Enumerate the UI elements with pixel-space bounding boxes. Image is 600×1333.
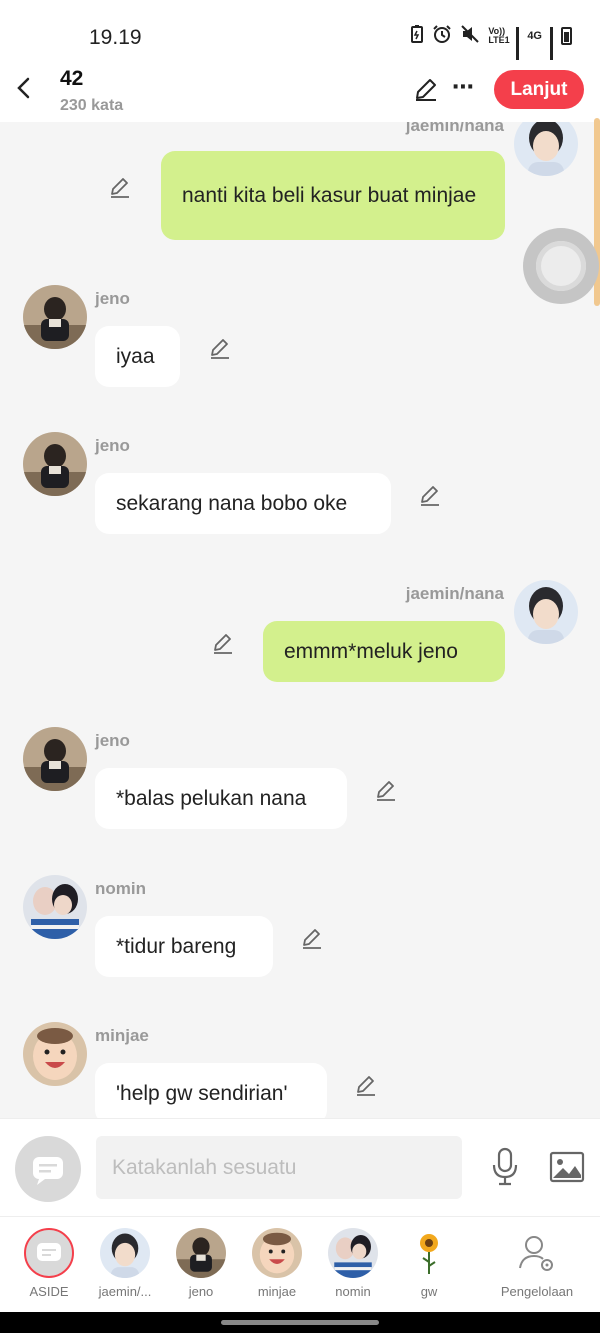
aside-toggle-button[interactable] xyxy=(15,1136,81,1202)
sender-name: jeno xyxy=(95,289,130,308)
sender-name: minjae xyxy=(95,1026,149,1045)
tab-aside[interactable]: ASIDE xyxy=(11,1217,87,1313)
jeno-avatar[interactable] xyxy=(23,432,87,496)
jeno-avatar[interactable] xyxy=(23,285,87,349)
minjae-avatar[interactable] xyxy=(23,1022,87,1086)
pencil-icon xyxy=(357,1076,375,1096)
tab-nomin[interactable]: nomin xyxy=(315,1217,391,1313)
signal-icon xyxy=(516,26,520,71)
message-bubble[interactable]: emmm*meluk jeno xyxy=(263,621,505,682)
battery-icon xyxy=(561,26,572,45)
tab-jaemin[interactable]: jaemin/... xyxy=(87,1217,163,1313)
edit-message-button[interactable] xyxy=(374,778,398,802)
status-time: 19.19 xyxy=(89,26,142,49)
sender-name: nomin xyxy=(95,879,146,898)
chevron-left-icon xyxy=(17,77,30,99)
pencil-icon xyxy=(421,486,439,506)
pencil-icon xyxy=(416,79,436,101)
more-options-button[interactable]: ⋯ xyxy=(452,74,475,100)
jeno-avatar xyxy=(176,1228,226,1278)
chat-bubble-icon xyxy=(33,1157,63,1185)
message-bubble[interactable]: *tidur bareng xyxy=(95,916,273,977)
nomin-avatar xyxy=(328,1228,378,1278)
pencil-icon xyxy=(303,929,321,949)
next-button[interactable]: Lanjut xyxy=(494,70,584,109)
edit-message-button[interactable] xyxy=(300,926,324,950)
edit-message-button[interactable] xyxy=(354,1073,378,1097)
message-bubble[interactable]: *balas pelukan nana xyxy=(95,768,347,829)
nomin-avatar[interactable] xyxy=(23,875,87,939)
tab-label: gw xyxy=(420,1284,438,1299)
pencil-icon xyxy=(111,178,129,198)
jaemin-avatar xyxy=(100,1228,150,1278)
edit-message-button[interactable] xyxy=(108,175,132,199)
composer-bar xyxy=(0,1118,600,1216)
chat-header: 42 230 kata ⋯ Lanjut xyxy=(0,60,600,306)
flower-avatar xyxy=(404,1228,454,1278)
mute-icon xyxy=(460,24,480,47)
minjae-avatar xyxy=(252,1228,302,1278)
microphone-icon xyxy=(492,1147,518,1186)
message-bubble[interactable]: 'help gw sendirian' xyxy=(95,1063,327,1118)
volte-label: Vo)) LTE1 xyxy=(488,25,510,45)
tab-jeno[interactable]: jeno xyxy=(163,1217,239,1313)
battery-saver-icon xyxy=(410,25,424,46)
aside-icon xyxy=(24,1228,74,1278)
status-bar: 19.19 Vo)) LTE1 4G xyxy=(0,0,600,71)
more-dots-icon: ⋯ xyxy=(452,74,475,99)
jaemin-avatar[interactable] xyxy=(514,122,578,176)
page-title: 42 xyxy=(60,67,84,90)
image-icon xyxy=(549,1151,585,1183)
message-bubble[interactable]: nanti kita beli kasur buat minjae xyxy=(161,151,505,240)
pencil-icon xyxy=(377,781,395,801)
image-button[interactable] xyxy=(549,1151,585,1183)
message-bubble[interactable]: sekarang nana bobo oke xyxy=(95,473,391,534)
jaemin-avatar[interactable] xyxy=(514,580,578,644)
pencil-icon xyxy=(214,634,232,654)
jeno-avatar[interactable] xyxy=(23,727,87,791)
network-type: 4G xyxy=(527,29,542,42)
word-count: 230 kata xyxy=(60,97,124,114)
signal-icon-2 xyxy=(550,26,553,71)
microphone-button[interactable] xyxy=(490,1147,520,1187)
sender-name: jaemin/nana xyxy=(405,122,504,135)
edit-button[interactable] xyxy=(413,76,439,102)
message-input[interactable] xyxy=(96,1136,462,1199)
status-icons: Vo)) LTE1 4G xyxy=(410,24,572,71)
sender-name: jaemin/nana xyxy=(405,584,504,603)
tab-gw[interactable]: gw xyxy=(391,1217,467,1313)
chat-area: jaemin/nana nanti kita beli kasur buat m… xyxy=(0,122,600,1118)
edit-message-button[interactable] xyxy=(418,483,442,507)
character-tab-bar: ASIDE jaemin/... jeno minjae nomin gw Pe… xyxy=(0,1216,600,1312)
system-nav-bar xyxy=(0,1312,600,1333)
pencil-icon xyxy=(211,339,229,359)
sender-name: jeno xyxy=(95,731,130,750)
back-button[interactable] xyxy=(12,74,36,102)
edit-message-button[interactable] xyxy=(211,631,235,655)
floating-assistive-button[interactable] xyxy=(523,228,599,304)
tab-minjae[interactable]: minjae xyxy=(239,1217,315,1313)
message-bubble[interactable]: iyaa xyxy=(95,326,180,387)
home-gesture-handle[interactable] xyxy=(221,1320,379,1325)
tab-pengelolaan[interactable]: Pengelolaan xyxy=(499,1217,575,1313)
manage-user-gear-icon xyxy=(512,1228,562,1278)
tab-label: Pengelolaan xyxy=(500,1284,574,1299)
sender-name: jeno xyxy=(95,436,130,455)
alarm-icon xyxy=(432,24,452,47)
edit-message-button[interactable] xyxy=(208,336,232,360)
